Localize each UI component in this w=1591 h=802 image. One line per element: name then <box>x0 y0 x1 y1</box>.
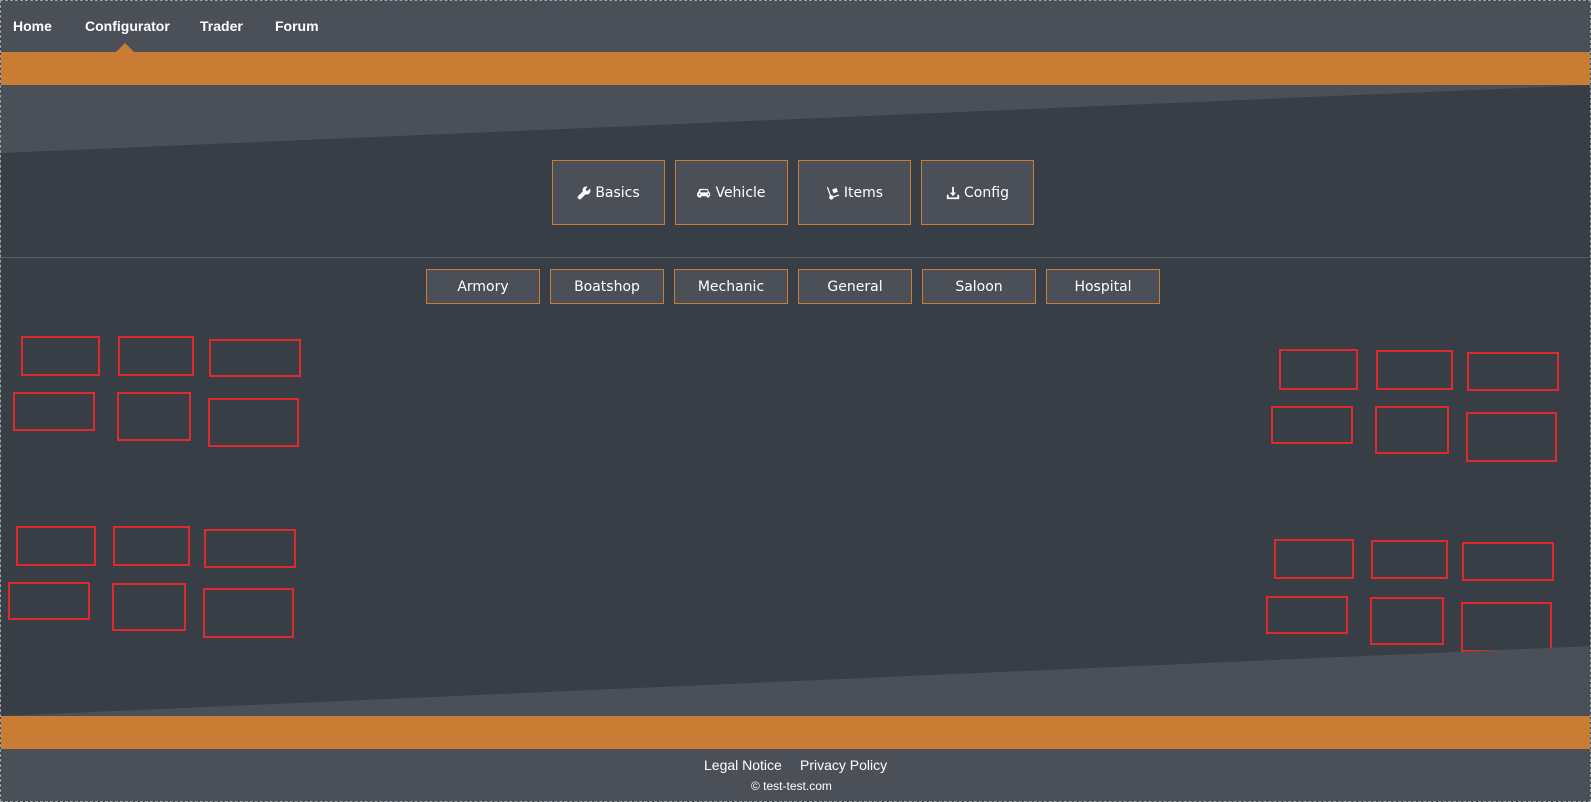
tab-config-label: Config <box>964 184 1009 201</box>
dolly-icon <box>826 186 840 200</box>
subtab-saloon[interactable]: Saloon <box>922 269 1036 304</box>
active-nav-indicator <box>116 43 134 52</box>
page: Home Configurator Trader Forum Basics Ve… <box>0 0 1591 802</box>
item-slot[interactable] <box>21 336 100 376</box>
item-slot[interactable] <box>8 582 90 620</box>
item-slot[interactable] <box>1467 352 1559 391</box>
tab-items[interactable]: Items <box>798 160 911 225</box>
item-slot[interactable] <box>117 392 191 441</box>
item-slot[interactable] <box>208 398 299 447</box>
nav-home[interactable]: Home <box>13 18 52 34</box>
item-slot[interactable] <box>1371 540 1448 579</box>
tab-basics[interactable]: Basics <box>552 160 665 225</box>
item-slot[interactable] <box>1466 412 1557 462</box>
item-slot[interactable] <box>1279 349 1358 390</box>
item-slot[interactable] <box>1266 596 1348 634</box>
item-slot[interactable] <box>204 529 296 568</box>
subtab-hospital[interactable]: Hospital <box>1046 269 1160 304</box>
item-slot[interactable] <box>112 583 186 631</box>
nav-trader[interactable]: Trader <box>200 18 243 34</box>
item-slot[interactable] <box>113 526 190 566</box>
item-slot[interactable] <box>13 392 95 431</box>
subtab-mechanic[interactable]: Mechanic <box>674 269 788 304</box>
wrench-icon <box>577 186 591 200</box>
tab-vehicle[interactable]: Vehicle <box>675 160 788 225</box>
header-accent-band <box>1 52 1590 85</box>
footer-slant-decoration <box>1 646 1590 716</box>
nav-configurator[interactable]: Configurator <box>85 18 170 34</box>
item-slot[interactable] <box>203 588 294 638</box>
tab-items-label: Items <box>843 184 884 201</box>
subtab-armory[interactable]: Armory <box>426 269 540 304</box>
header-slant-decoration <box>1 85 1590 153</box>
tab-vehicle-label: Vehicle <box>715 184 766 201</box>
privacy-policy-link[interactable]: Privacy Policy <box>800 757 887 773</box>
item-slot[interactable] <box>1462 542 1554 581</box>
tab-basics-label: Basics <box>595 184 640 201</box>
item-slot[interactable] <box>1370 597 1444 645</box>
item-slot[interactable] <box>1274 539 1354 579</box>
section-divider <box>1 257 1590 258</box>
car-icon <box>697 186 711 200</box>
subtab-general[interactable]: General <box>798 269 912 304</box>
item-slot[interactable] <box>1271 406 1353 444</box>
item-slot[interactable] <box>118 336 194 376</box>
item-slot[interactable] <box>16 526 96 566</box>
item-slot[interactable] <box>1376 350 1453 390</box>
tab-config[interactable]: Config <box>921 160 1034 225</box>
subtab-boatshop[interactable]: Boatshop <box>550 269 664 304</box>
footer-accent-band <box>1 716 1590 749</box>
item-slot[interactable] <box>209 339 301 377</box>
top-navigation: Home Configurator Trader Forum <box>1 1 1590 52</box>
item-slot[interactable] <box>1461 602 1552 652</box>
download-icon <box>946 186 960 200</box>
footer: Legal Notice Privacy Policy © test-test.… <box>1 749 1590 801</box>
legal-notice-link[interactable]: Legal Notice <box>704 757 782 773</box>
copyright-text: © test-test.com <box>751 779 832 793</box>
item-slot[interactable] <box>1375 406 1449 454</box>
nav-forum[interactable]: Forum <box>275 18 319 34</box>
